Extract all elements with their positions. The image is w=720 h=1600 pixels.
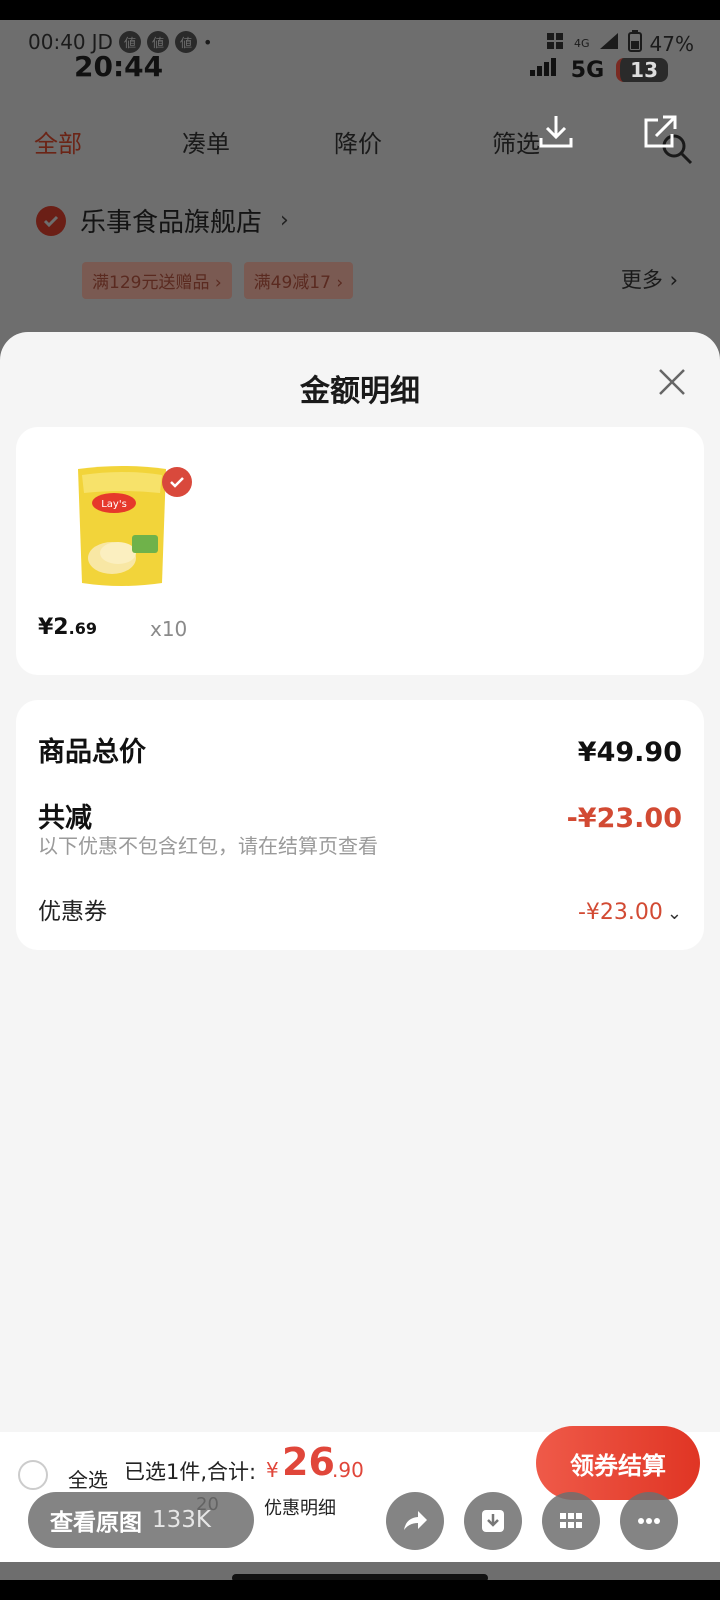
view-original-button[interactable]: 查看原图 133K	[28, 1492, 254, 1548]
chevron-down-icon: ⌄	[666, 903, 682, 924]
store-check-icon[interactable]	[36, 205, 66, 236]
close-button[interactable]	[652, 362, 692, 402]
save-icon	[482, 1510, 504, 1532]
grid-button[interactable]	[542, 1492, 600, 1550]
more-icon	[638, 1518, 660, 1524]
screen: 00:40 JD 値 値 値 • 20:44 4G 47% 5G 13 全部 凑…	[0, 20, 720, 1580]
more-promos-link[interactable]: 更多 ›	[621, 264, 678, 294]
tab-all[interactable]: 全部	[34, 124, 82, 159]
status-right: 4G 47%	[546, 30, 694, 57]
forward-button[interactable]	[386, 1492, 444, 1550]
product-price: ¥2.69	[38, 615, 97, 640]
battery-level: 47%	[649, 31, 694, 56]
status-clock: 20:44	[74, 50, 164, 83]
product-price-dec: .69	[68, 619, 97, 638]
view-original-label: 查看原图	[50, 1510, 142, 1536]
product-image[interactable]: Lay's	[72, 463, 172, 593]
coupon-row[interactable]: 优惠券 -¥23.00 ⌄	[38, 892, 682, 926]
cart-tabs: 全部 凑单 降价 筛选	[0, 124, 720, 174]
tab-combine[interactable]: 凑单	[182, 124, 230, 159]
save-image-button[interactable]	[464, 1492, 522, 1550]
tab-filter[interactable]: 筛选	[492, 124, 540, 159]
store-row[interactable]: 乐事食品旗舰店 ›	[36, 202, 289, 239]
promo-tag-discount[interactable]: 满49减17 ›	[243, 262, 354, 299]
goods-total-value: ¥49.90	[577, 737, 682, 768]
store-name[interactable]: 乐事食品旗舰店	[80, 202, 262, 239]
goods-total-row: 商品总价 ¥49.90	[38, 730, 682, 769]
status-right-row: 5G 13	[529, 56, 668, 84]
battery-icon	[627, 30, 642, 57]
selected-summary: 已选1件,合计:	[124, 1460, 257, 1484]
amount-detail-sheet: 金额明细 Lay's ¥2.69 x10 商品总价 ¥49.90 共减 -¥23…	[0, 332, 720, 1432]
network-type: 5G	[570, 57, 605, 83]
coupon-value-group[interactable]: -¥23.00 ⌄	[578, 900, 682, 925]
chevron-right-icon: ›	[280, 208, 289, 233]
app-badge-icon: 値	[174, 31, 197, 53]
forward-icon	[404, 1511, 427, 1530]
coupon-value: -¥23.00	[577, 900, 663, 925]
download-icon[interactable]	[536, 112, 576, 152]
close-icon	[659, 369, 685, 395]
signal-small-icon	[546, 31, 566, 56]
signal-bars-icon	[598, 31, 620, 56]
reduce-value: -¥23.00	[566, 803, 682, 834]
coupon-label: 优惠券	[38, 899, 107, 925]
tab-price-drop[interactable]: 降价	[334, 124, 382, 159]
select-all-label[interactable]: 全选	[68, 1464, 108, 1493]
product-quantity: x10	[150, 617, 188, 641]
svg-text:Lay's: Lay's	[101, 499, 127, 510]
notification-count-badge: 13	[616, 58, 668, 82]
product-price-int: ¥2	[38, 615, 69, 640]
sheet-title: 金额明细	[300, 374, 420, 409]
summary-card: 商品总价 ¥49.90 共减 -¥23.00 以下优惠不包含红包，请在结算页查看…	[16, 700, 704, 950]
total-currency: ¥	[266, 1458, 279, 1482]
promo-row: 满129元送赠品 › 满49减17 ›	[82, 262, 354, 299]
dot-icon: •	[202, 32, 213, 52]
image-size: 133K	[152, 1507, 211, 1533]
bottom-black-bar	[0, 1580, 720, 1600]
total-amount-dec: .90	[332, 1458, 364, 1482]
more-button[interactable]	[620, 1492, 678, 1550]
select-all-radio[interactable]	[18, 1460, 48, 1490]
promo-tag-gift[interactable]: 满129元送赠品 ›	[82, 262, 232, 299]
grid-icon	[560, 1513, 582, 1528]
share-icon[interactable]	[640, 112, 680, 152]
checkout-button[interactable]: 领券结算	[536, 1426, 700, 1500]
cellular-icon	[529, 56, 559, 84]
net-small-label: 4G	[574, 37, 590, 50]
goods-total-label: 商品总价	[38, 737, 146, 768]
product-check-icon[interactable]	[162, 467, 192, 497]
product-card: Lay's ¥2.69 x10	[16, 427, 704, 675]
discount-note: 以下优惠不包含红包，请在结算页查看	[38, 834, 378, 858]
discount-detail-link[interactable]: 优惠明细	[264, 1494, 336, 1520]
top-black-bar	[0, 0, 720, 20]
total-amount-int: 26	[282, 1440, 335, 1484]
